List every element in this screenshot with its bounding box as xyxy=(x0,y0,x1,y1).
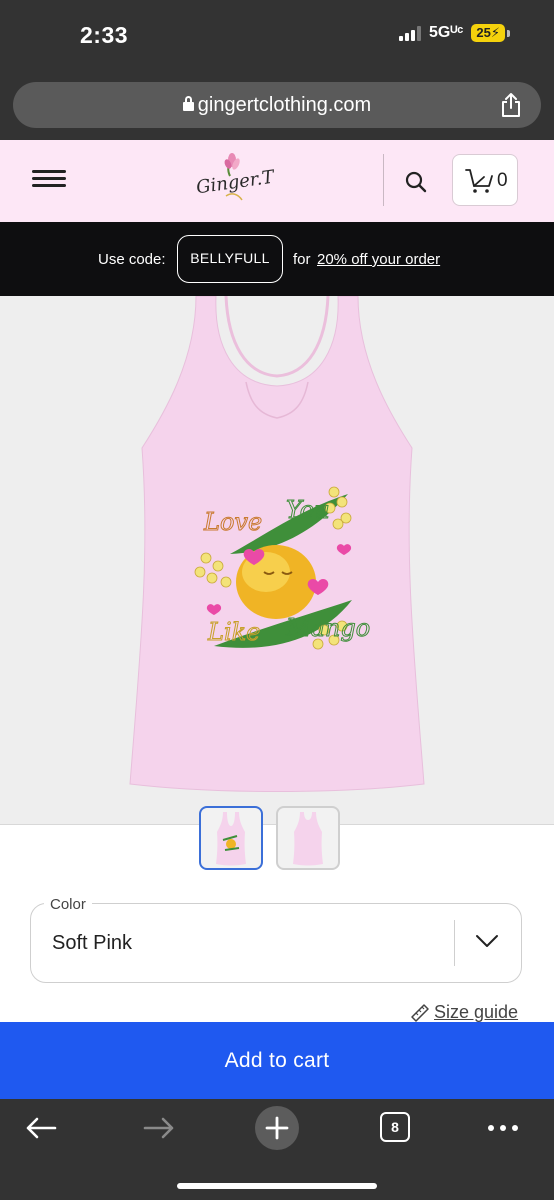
battery-icon: 25⚡ xyxy=(471,24,505,42)
more-menu-icon[interactable] xyxy=(488,1125,518,1131)
design-text-you: You xyxy=(286,496,330,524)
design-text-like: Like xyxy=(207,618,260,646)
thumbnail-front-image xyxy=(216,812,246,866)
battery-tip xyxy=(507,29,510,37)
color-select-label: Color xyxy=(44,896,92,913)
share-icon[interactable] xyxy=(499,92,523,118)
forward-arrow-icon[interactable] xyxy=(143,1116,175,1140)
promo-prefix: Use code: xyxy=(98,251,166,268)
search-icon[interactable] xyxy=(404,170,428,194)
thumbnail-back[interactable] xyxy=(276,806,340,870)
site-logo[interactable]: Ginger.T xyxy=(192,152,275,212)
promo-code-button[interactable]: BELLYFULL xyxy=(177,235,283,283)
home-indicator[interactable] xyxy=(177,1183,377,1189)
tab-switcher-button[interactable]: 8 xyxy=(380,1112,410,1142)
design-text-love: Love xyxy=(203,508,262,536)
status-time: 2:33 xyxy=(80,22,129,48)
new-tab-button[interactable] xyxy=(255,1106,299,1150)
color-select-value[interactable]: Soft Pink xyxy=(52,932,132,955)
url-display[interactable]: gingertclothing.com xyxy=(13,94,541,117)
select-divider xyxy=(454,920,455,966)
promo-middle: for xyxy=(293,251,311,268)
tank-top-illustration: Love You Like Mango xyxy=(129,295,425,792)
thumbnail-back-image xyxy=(293,812,323,866)
ruler-icon xyxy=(411,1003,429,1022)
plus-icon xyxy=(265,1116,289,1140)
status-indicators: 5Gᵁᶜ 25⚡ xyxy=(399,24,510,42)
promo-link[interactable]: 20% off your order xyxy=(317,251,440,268)
cart-icon xyxy=(465,169,493,193)
site-header: Ginger.T 0 xyxy=(0,140,554,222)
design-text-mango: Mango xyxy=(285,614,370,642)
chevron-down-icon[interactable] xyxy=(474,932,500,950)
battery-level: 25 xyxy=(476,25,491,40)
add-to-cart-button[interactable]: Add to cart xyxy=(0,1022,554,1099)
size-guide-link[interactable]: Size guide xyxy=(410,1002,518,1023)
cart-count: 0 xyxy=(497,170,508,191)
lock-icon xyxy=(182,96,194,111)
network-label: 5Gᵁᶜ xyxy=(429,24,464,41)
address-bar[interactable]: gingertclothing.com xyxy=(13,82,541,128)
size-guide-label: Size guide xyxy=(434,1002,519,1022)
promo-banner: Use code: BELLYFULL for 20% off your ord… xyxy=(0,222,554,296)
signal-icon xyxy=(399,25,421,41)
product-image[interactable]: Love You Like Mango xyxy=(0,295,554,824)
status-bar: 2:33 5Gᵁᶜ 25⚡ xyxy=(0,0,554,72)
header-divider xyxy=(383,154,384,206)
back-arrow-icon[interactable] xyxy=(25,1116,57,1140)
menu-icon[interactable] xyxy=(32,170,66,188)
browser-url-area: gingertclothing.com xyxy=(0,72,554,140)
url-text: gingertclothing.com xyxy=(197,94,372,116)
thumbnail-front[interactable] xyxy=(199,806,263,870)
cart-button[interactable]: 0 xyxy=(452,154,518,206)
